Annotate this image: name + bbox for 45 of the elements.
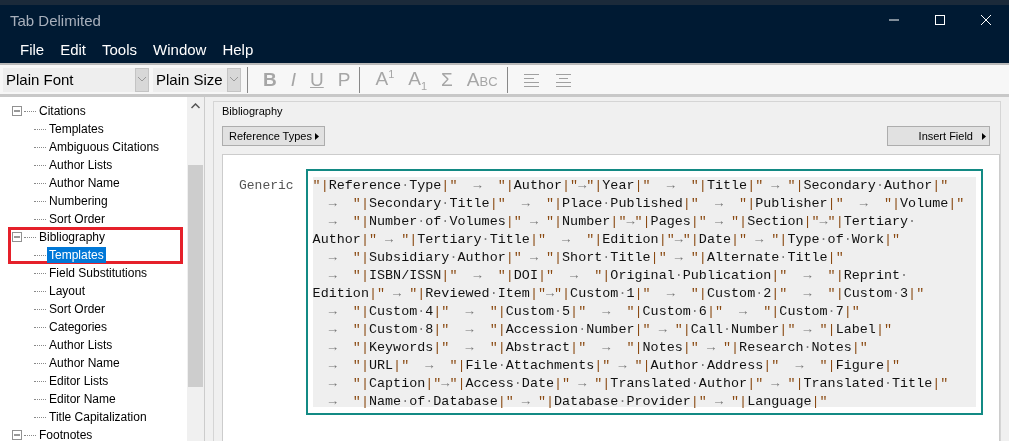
collapse-icon[interactable] [12,430,22,440]
menu-item[interactable]: Help [214,40,262,58]
close-icon [980,14,992,26]
tree-item[interactable]: Sort Order [47,211,107,227]
tree-item[interactable]: Footnotes [37,427,95,441]
tree-item[interactable]: Templates [47,121,106,137]
tree-item[interactable]: Editor Lists [47,373,111,389]
menu-item[interactable]: Window [145,40,215,58]
triangle-right-icon [982,132,986,140]
tree-item[interactable]: Numbering [47,193,110,209]
maximize-icon [934,14,946,26]
tree-item[interactable]: Author Name [47,175,122,191]
menu-item[interactable]: Edit [52,40,95,58]
chevron-down-icon [230,77,238,82]
template-label: Generic [239,177,294,195]
tree-item[interactable]: Author Lists [47,157,115,173]
menu-item[interactable]: Tools [94,40,146,58]
tree-item[interactable]: Author Name [47,355,122,371]
reference-types-button[interactable]: Reference Types [222,126,325,146]
font-dropdown[interactable]: Plain Font [3,67,149,92]
tree-item[interactable]: Templates [47,247,106,263]
tree-item[interactable]: Author Lists [47,337,115,353]
tree-item[interactable]: Categories [47,319,110,335]
tree-item[interactable]: Title Capitalization [47,409,149,425]
insert-field-button[interactable]: Insert Field [887,126,990,146]
align-left-icon[interactable] [523,72,540,87]
size-dropdown[interactable]: Plain Size [153,67,241,92]
scrollbar[interactable] [187,97,204,441]
template-field[interactable]: "|Reference·Type|" → "|Author|"→"|Year|" → "|Title|" → "|Secondary·Author|" → "|Secondary·Title|" → "|Place·Published|" → "|Publisher|" → "|Volume|" → "|Number·of·Volumes|" → "|Number|"→"|Pages|" → "|Section|"→"|Tertiary· Author|" → "|Tertiary·Title|" → "|Edition|"→"|Date|" → "|Type·of·Work|" → "|Subsidiary·Author|" → "|Short·Title|" → "|Alternate·Title|" → "|ISBN/ISSN|" → "|DOI|" → "|Original·Publication|" → "|Reprint· Edition|" → "|Reviewed·Item|"→"|Custom·1|" → "|Custom·2|" → "|Custom·3|" → "|Custom·4|" → "|Custom·5|" → "|Custom·6|" → "|Custom·7|" → "|Custom·8|" → "|Accession·Number|" → "|Call·Number|" → "|Label|" → "|Keywords|" → "|Abstract|" → "|Notes|" → "|Research·Notes|" → "|URL|" → "|File·Attachments|" → "|Author·Address|" → "|Figure|" → "|Caption|"→"|Access·Date|" → "|Translated·Author|" → "|Translated·Title|" → "|Name·of·Database|" → "|Database·Provider|" → "|Language|" [312,177,976,407]
align-center-icon[interactable] [555,72,572,87]
scroll-up-icon[interactable] [191,103,200,109]
menu-item[interactable]: File [12,40,53,58]
tree-item[interactable]: Bibliography [37,229,108,245]
tree-item[interactable]: Field Substitutions [47,265,150,281]
group-title: Bibliography [221,104,284,117]
window-title: Tab Delimited [10,11,102,29]
collapse-icon[interactable] [12,232,22,242]
chevron-down-icon [138,77,146,82]
triangle-right-icon [314,132,319,140]
tree-item[interactable]: Citations [37,103,88,119]
tree-item[interactable]: Layout [47,283,88,299]
tree-item[interactable]: Sort Order [47,301,107,317]
collapse-icon[interactable] [12,106,22,116]
tree-item[interactable]: Editor Name [47,391,118,407]
tree-item[interactable]: Ambiguous Citations [47,139,162,155]
